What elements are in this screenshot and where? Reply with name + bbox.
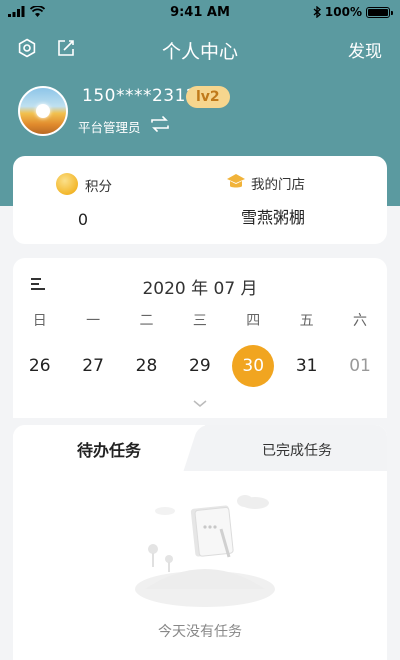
empty-tasks-illustration [135,495,275,607]
weekday-row: 日 一 二 三 四 五 六 [13,310,387,330]
store-name[interactable]: 雪燕粥棚 [213,204,333,228]
bluetooth-icon [313,6,321,18]
status-bar: 9:41 AM 100% [0,0,400,26]
empty-tasks-text: 今天没有任务 [158,624,242,640]
task-tabs: 待办任务 已完成任务 [13,425,387,471]
avatar[interactable] [18,86,68,136]
calendar-day[interactable]: 27 [66,346,119,386]
discover-link[interactable]: 发现 [348,37,382,62]
weekday-label: 五 [299,313,314,329]
battery-icon [366,6,393,18]
battery-fill [368,8,388,16]
calendar-day[interactable]: 29 [173,346,226,386]
info-card: 积分 0 我的门店 雪燕粥棚 [13,156,387,244]
store-label: 我的门店 [251,177,305,193]
day-number: 30 [232,345,275,387]
calendar-day[interactable]: 26 [13,346,66,386]
calendar-day-selected[interactable]: 30 [227,345,280,387]
coin-icon [56,173,78,195]
calendar-month-title: 2020 年 07 月 [142,279,258,299]
user-role: 平台管理员 [78,120,141,135]
page-title: 个人中心 [161,41,238,63]
battery-percent: 100% [324,5,362,19]
day-row: 26 27 28 29 30 31 01 [13,345,387,387]
weekday-label: 二 [139,313,154,329]
user-phone: 150****2312 [82,86,198,106]
tasks-card: 待办任务 已完成任务 今天没有任务 [13,425,387,660]
day-number: 31 [295,356,318,376]
calendar-day-next-month[interactable]: 01 [333,346,386,386]
day-number: 26 [28,356,51,376]
day-number: 27 [82,356,104,376]
status-right: 100% [313,5,393,19]
navigation-bar: 个人中心 发现 [0,30,400,66]
weekday-label: 日 [32,313,47,329]
points-value[interactable]: 0 [53,210,113,229]
day-number: 28 [135,356,158,376]
day-number: 01 [349,356,371,376]
calendar-card: 2020 年 07 月 日 一 二 三 四 五 六 26 27 28 29 30… [13,258,387,418]
calendar-day[interactable]: 31 [280,346,333,386]
store-icon [227,174,245,188]
tab-completed[interactable]: 已完成任务 [207,440,387,460]
day-number: 29 [189,356,211,376]
weekday-label: 一 [86,313,101,329]
level-badge: lv2 [186,86,230,108]
points-label: 积分 [85,179,112,195]
avatar-flower [36,104,50,118]
switch-role-icon[interactable] [150,116,170,132]
calendar-day[interactable]: 28 [120,346,173,386]
weekday-label: 三 [192,313,207,329]
tab-pending[interactable]: 待办任务 [13,437,205,461]
weekday-label: 六 [353,313,368,329]
chevron-down-icon[interactable] [193,400,207,408]
weekday-label: 四 [246,313,261,329]
